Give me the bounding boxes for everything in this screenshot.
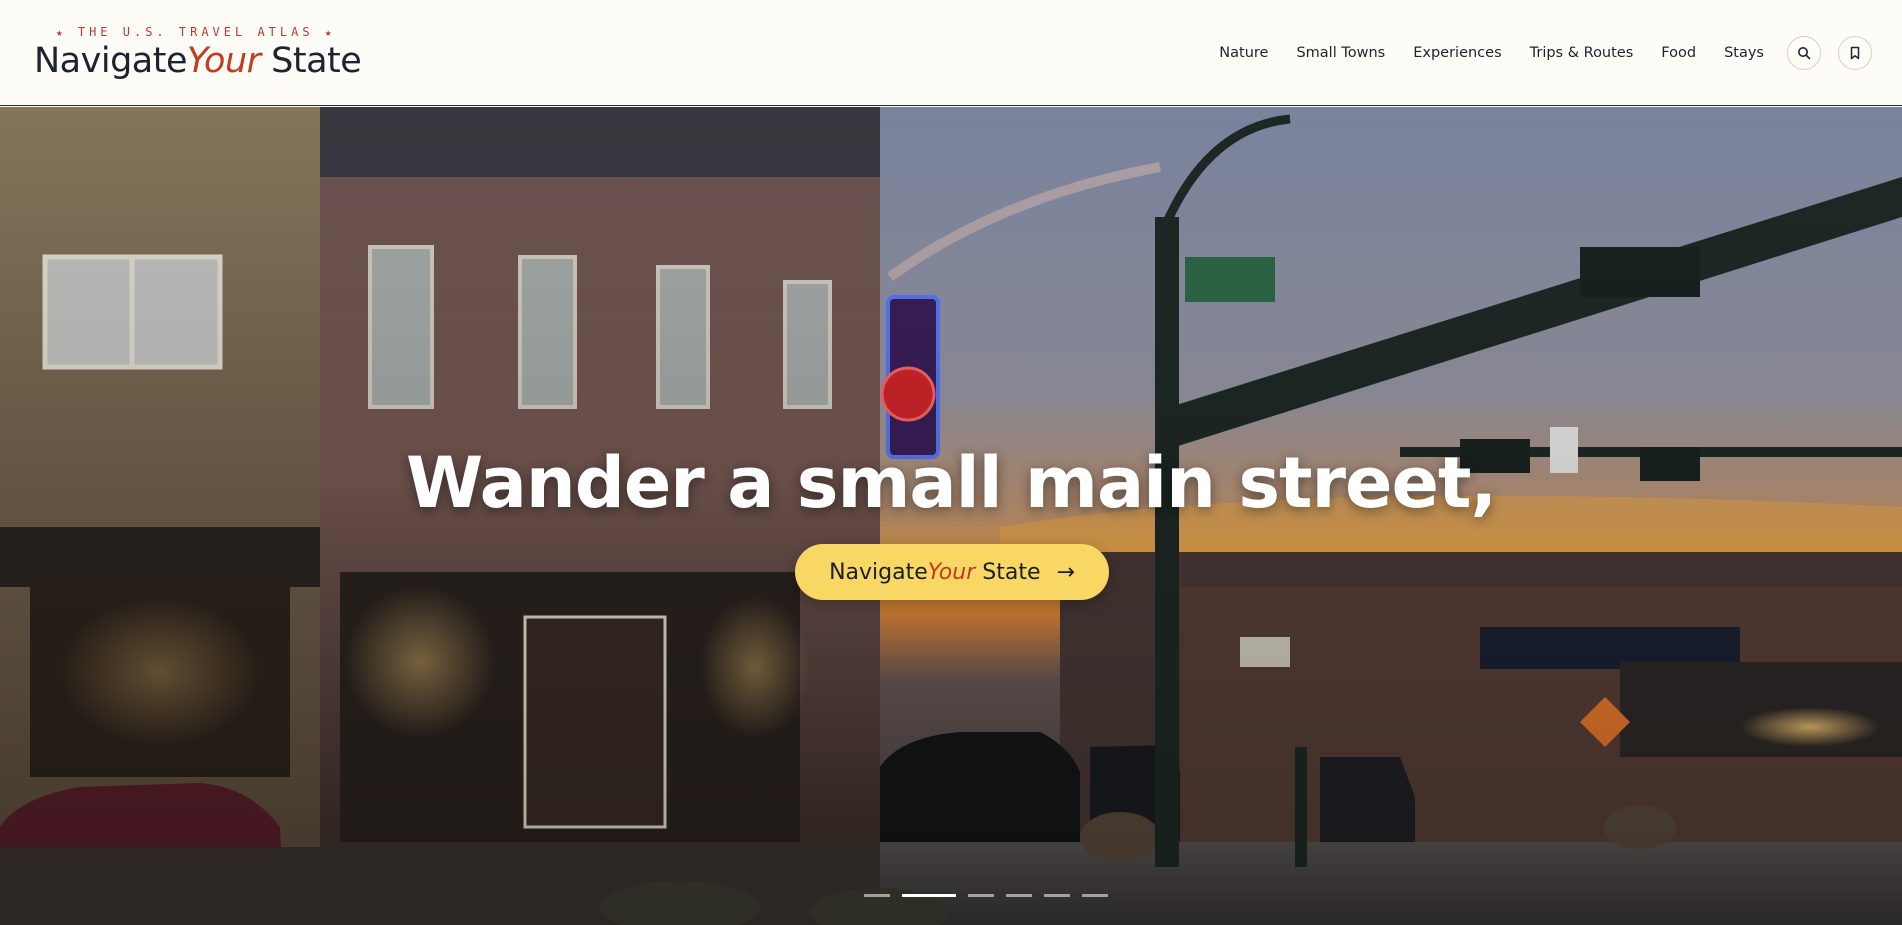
hero-cta-button[interactable]: Navigate Your State → (795, 544, 1109, 600)
star-icon: ★ (56, 26, 67, 39)
cta-text-start: Navigate (829, 559, 928, 585)
brand-tagline: ★ THE U.S. TRAVEL ATLAS ★ (56, 26, 361, 38)
nav-item-small-towns[interactable]: Small Towns (1296, 45, 1385, 61)
brand-title-end: State (271, 41, 362, 81)
nav-item-experiences[interactable]: Experiences (1413, 45, 1501, 61)
brand-tagline-text: THE U.S. TRAVEL ATLAS (77, 25, 314, 39)
slide-dot[interactable] (1006, 894, 1032, 897)
site-header: ★ THE U.S. TRAVEL ATLAS ★ NavigateYour S… (0, 0, 1902, 106)
slide-dot[interactable] (864, 894, 890, 897)
brand-title: NavigateYour State (34, 41, 362, 81)
arrow-right-icon: → (1056, 559, 1075, 585)
slide-indicators (864, 894, 1120, 897)
hero-section: Wander a small main street, Navigate Your… (0, 107, 1902, 925)
search-icon (1798, 46, 1811, 59)
brand-title-start: Navigate (34, 41, 188, 81)
slide-dot[interactable] (1082, 894, 1108, 897)
slide-dot[interactable] (968, 894, 994, 897)
cta-text-end: State (982, 559, 1041, 585)
slide-dot-active[interactable] (902, 894, 956, 897)
bookmark-button[interactable] (1838, 35, 1872, 70)
brand-logo[interactable]: ★ THE U.S. TRAVEL ATLAS ★ NavigateYour S… (34, 26, 362, 81)
nav-item-trips-routes[interactable]: Trips & Routes (1530, 45, 1634, 61)
cta-text-accent: Your (927, 559, 976, 585)
slide-dot[interactable] (1044, 894, 1070, 897)
nav-item-nature[interactable]: Nature (1219, 45, 1268, 61)
nav-item-food[interactable]: Food (1661, 45, 1696, 61)
search-button[interactable] (1787, 35, 1821, 70)
main-nav: Nature Small Towns Experiences Trips & R… (1219, 35, 1872, 70)
bookmark-icon (1850, 46, 1860, 59)
star-icon: ★ (324, 26, 336, 39)
hero-headline: Wander a small main street, (405, 442, 1497, 524)
nav-item-stays[interactable]: Stays (1724, 45, 1764, 61)
brand-title-accent: Your (187, 41, 261, 81)
